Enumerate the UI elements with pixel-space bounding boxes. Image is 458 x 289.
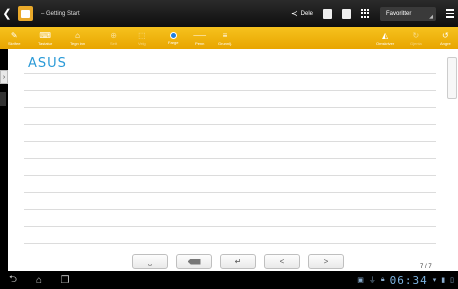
backspace-key[interactable] (176, 254, 212, 269)
backspace-icon (187, 258, 201, 265)
tool-pen-width[interactable]: ⸺ Penn (193, 27, 206, 49)
undo-icon: ↺ (441, 30, 449, 40)
ruled-line (24, 124, 436, 125)
eraser-icon: ◭ (382, 30, 389, 40)
usb-icon: ⏚ (368, 277, 376, 284)
cursor-right-key[interactable]: > (308, 254, 344, 269)
tool-write[interactable]: ✎ Skrifee (8, 27, 20, 49)
tool-redo-label: Gjenta (410, 40, 422, 46)
battery-icon: ▯ (450, 277, 454, 284)
signal-icon: ▮ (441, 277, 446, 284)
tool-keyboard[interactable]: ⌨ Tastatur (38, 27, 52, 49)
tool-draw-label: Tegn inn (70, 40, 86, 46)
clock: 06:34 (389, 273, 428, 287)
tool-undo-label: Angre (440, 40, 451, 46)
tool-redo[interactable]: ↻ Gjenta (410, 27, 422, 49)
input-keys: ⎵ ↵ < > (132, 254, 344, 269)
ruled-line (24, 141, 436, 142)
tool-baseline-label: Grunnlj. (218, 40, 233, 46)
ruled-line (24, 243, 436, 244)
space-icon: ⎵ (148, 256, 152, 266)
back-icon[interactable]: ❮ (0, 0, 14, 27)
enter-key[interactable]: ↵ (220, 254, 256, 269)
tool-write-label: Skrifee (8, 40, 21, 46)
note-page[interactable]: ASUS (8, 49, 444, 271)
page-scrollbar[interactable] (444, 49, 458, 271)
tool-eraser[interactable]: ◭ Omskriver (376, 27, 394, 49)
share-icon: ≺ (290, 9, 298, 18)
overflow-menu-icon[interactable] (446, 9, 454, 18)
ruled-line (24, 175, 436, 176)
tool-select-label: Velg (138, 40, 146, 46)
baseline-icon: ≡ (222, 30, 228, 40)
tool-color-label: Farge (168, 39, 179, 45)
share-label: Dele (300, 10, 313, 17)
page-icon[interactable] (342, 8, 351, 19)
pen-width-icon: ⸺ (193, 30, 207, 40)
supernote-app-icon (18, 6, 33, 21)
expand-panel-button[interactable]: › (0, 70, 8, 84)
tool-keyboard-label: Tastatur (38, 40, 53, 46)
tool-draw[interactable]: ⌂ Tegn inn (70, 27, 85, 49)
ruled-line (24, 107, 436, 108)
tool-baseline[interactable]: ≡ Grunnlj. (218, 27, 232, 49)
tool-insert[interactable]: ⊕ Sett (110, 27, 117, 49)
keyboard-icon: ⌨ (39, 30, 51, 40)
page-indicator: 7 / 7 (420, 264, 432, 270)
wifi-icon: ▾ (432, 277, 437, 284)
insert-icon: ⊕ (110, 30, 117, 40)
home-icon[interactable]: ⌂ (26, 275, 52, 286)
favorites-label: Favoritter (386, 10, 412, 17)
tool-undo[interactable]: ↺ Angre (440, 27, 451, 49)
back-nav-icon[interactable]: ⮌ (0, 272, 26, 289)
action-bar: ❮ – Getting Start ≺ Dele Favoritter (0, 0, 458, 27)
space-key[interactable]: ⎵ (132, 254, 168, 269)
editing-toolbar: ✎ Skrifee ⌨ Tastatur ⌂ Tegn inn ⊕ Sett ⬚… (0, 27, 458, 49)
grid-view-icon[interactable] (361, 9, 370, 18)
screenshot-icon[interactable]: ▣ (357, 276, 364, 284)
recent-apps-icon[interactable]: ❐ (52, 275, 78, 286)
lock-icon: 🔒︎ (380, 276, 385, 283)
ruled-line (24, 226, 436, 227)
ruled-line (24, 158, 436, 159)
select-icon: ⬚ (138, 30, 146, 40)
tool-pen-width-label: Penn (195, 40, 205, 46)
cursor-left-key[interactable]: < (264, 254, 300, 269)
share-button[interactable]: ≺ Dele (291, 9, 313, 18)
side-strip (0, 92, 6, 106)
ruled-line (24, 209, 436, 210)
document-title: – Getting Start (41, 10, 80, 17)
pen-icon: ✎ (10, 30, 18, 40)
tool-select[interactable]: ⬚ Velg (138, 27, 146, 49)
ruled-line (24, 73, 436, 74)
enter-icon: ↵ (234, 257, 242, 266)
tool-eraser-label: Omskriver (376, 40, 395, 46)
right-arrow-icon: > (323, 257, 329, 266)
handwritten-text: ASUS (28, 56, 67, 71)
redo-icon: ↻ (412, 30, 420, 40)
scroll-thumb[interactable] (447, 57, 457, 99)
favorites-dropdown[interactable]: Favoritter (380, 6, 436, 21)
draw-icon: ⌂ (75, 30, 80, 40)
color-icon (169, 31, 177, 39)
left-arrow-icon: < (279, 257, 285, 266)
ruled-line (24, 192, 436, 193)
ruled-line (24, 90, 436, 91)
tool-insert-label: Sett (110, 40, 118, 46)
system-bar: ⮌ ⌂ ❐ ▣ ⏚ 🔒︎ 06:34 ▾ ▮ ▯ (0, 271, 458, 289)
export-icon[interactable] (323, 8, 332, 19)
tool-color[interactable]: Farge (168, 27, 178, 49)
